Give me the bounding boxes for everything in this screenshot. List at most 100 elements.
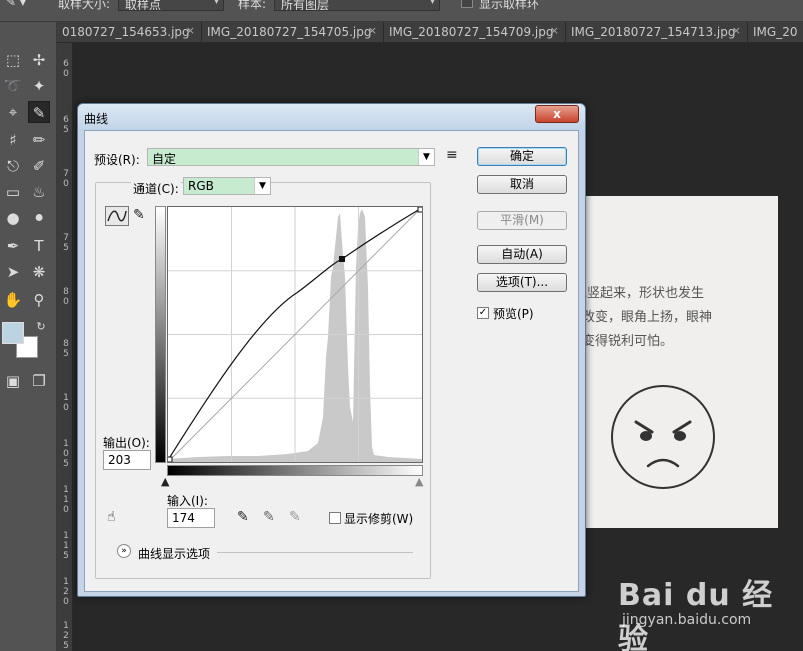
custom-shape-tool-icon[interactable]: ❋ — [28, 261, 50, 283]
document-tab[interactable]: IMG_20180727_154713.jpg × — [566, 22, 748, 42]
ruler-mark: 0 — [63, 403, 69, 413]
ruler-mark: 6 — [63, 115, 69, 125]
eyedropper-tool-icon[interactable]: ✎ — [28, 101, 50, 123]
ruler-mark: 1 — [63, 541, 69, 551]
eraser-tool-icon[interactable]: ▭ — [2, 181, 24, 203]
tab-close-icon[interactable]: × — [368, 24, 377, 37]
ruler-mark: 1 — [63, 393, 69, 403]
white-eyedropper-icon[interactable]: ✎ — [289, 509, 301, 525]
options-button[interactable]: 选项(T)... — [477, 273, 567, 292]
input-label: 输入(I): — [167, 494, 208, 508]
stamp-tool-icon[interactable]: ⎋ — [2, 155, 24, 177]
show-clipping-label: 显示修剪(W) — [344, 512, 414, 526]
foreground-color-swatch[interactable] — [2, 322, 24, 344]
chevron-down-icon: ▼ — [418, 149, 434, 165]
document-text-line: 变得锐利可怕。 — [584, 334, 674, 349]
chevron-down-icon: ▼ — [254, 178, 270, 194]
show-sampling-ring-label: 显示取样环 — [479, 0, 540, 11]
dodge-tool-icon[interactable]: ⚫ — [28, 207, 50, 229]
document-text-line: 毛竖起来，形状也发生 — [584, 286, 705, 301]
history-brush-tool-icon[interactable]: ✐ — [28, 155, 50, 177]
preset-select[interactable]: 自定 ▼ — [147, 148, 435, 166]
pen-tool-icon[interactable]: ✒ — [2, 235, 24, 257]
ok-button[interactable]: 确定 — [477, 147, 567, 166]
path-select-tool-icon[interactable]: ➤ — [2, 261, 24, 283]
sample-select[interactable]: 所有图层 — [274, 0, 440, 11]
ruler-mark: 0 — [63, 69, 69, 79]
preset-options-icon[interactable]: ≡ — [446, 147, 458, 163]
lasso-tool-icon[interactable]: ➰ — [2, 75, 24, 97]
ruler-mark: 1 — [63, 495, 69, 505]
quick-mask-icon[interactable]: ▣ — [2, 370, 24, 392]
show-clipping-checkbox[interactable] — [329, 512, 341, 524]
close-button[interactable]: x — [535, 105, 579, 123]
screen-mode-icon[interactable]: ❐ — [28, 370, 50, 392]
tab-label: 0180727_154653.jpg — [62, 25, 190, 39]
eyedropper-tool-icon[interactable]: ✎ ▾ — [6, 0, 32, 9]
tab-label: IMG_20180727_154713.jpg — [571, 25, 736, 39]
ruler-mark: 1 — [63, 485, 69, 495]
pencil-icon[interactable]: ✎ — [133, 207, 145, 223]
input-field[interactable]: 174 — [167, 508, 215, 528]
smooth-button[interactable]: 平滑(M) — [477, 211, 567, 230]
ruler-mark: 7 — [63, 169, 69, 179]
swap-colors-icon[interactable]: ↻ — [30, 316, 52, 338]
dialog-titlebar[interactable]: 曲线 x — [78, 104, 585, 130]
curve-point-tool[interactable] — [105, 206, 129, 226]
ruler-mark: 0 — [63, 179, 69, 189]
black-eyedropper-icon[interactable]: ✎ — [237, 509, 249, 525]
document-tab[interactable]: IMG_20 — [748, 22, 803, 42]
ruler-mark: 7 — [63, 233, 69, 243]
auto-button[interactable]: 自动(A) — [477, 245, 567, 264]
curves-plot — [166, 206, 424, 463]
preset-label: 预设(R): — [94, 153, 140, 167]
divider — [217, 552, 413, 553]
preview-checkbox[interactable]: ✓ — [477, 307, 489, 319]
marquee-tool-icon[interactable]: ⬚ — [2, 49, 24, 71]
brush-tool-icon[interactable]: ✏ — [28, 129, 50, 151]
healing-tool-icon[interactable]: ♯ — [2, 129, 24, 151]
tab-close-icon[interactable]: × — [732, 24, 741, 37]
channel-select[interactable]: RGB ▼ — [183, 177, 271, 195]
document-tab[interactable]: IMG_20180727_154709.jpg × — [384, 22, 566, 42]
curve-display-options-label[interactable]: 曲线显示选项 — [138, 545, 210, 562]
magic-wand-tool-icon[interactable]: ✦ — [28, 75, 50, 97]
blur-tool-icon[interactable]: ● — [2, 207, 24, 229]
black-point-slider[interactable]: ▲ — [161, 475, 169, 488]
ruler-mark: 1 — [63, 439, 69, 449]
ruler-mark: 5 — [63, 125, 69, 135]
output-field[interactable]: 203 — [103, 450, 151, 470]
sample-size-label: 取样大小: — [58, 0, 111, 11]
preview-label: 预览(P) — [493, 307, 534, 321]
crop-tool-icon[interactable]: ⌖ — [2, 101, 24, 123]
move-tool-icon[interactable]: ✢ — [28, 49, 50, 71]
sample-size-select[interactable]: 取样点 — [118, 0, 224, 11]
ruler-mark: 5 — [63, 641, 69, 651]
expand-options-icon[interactable]: » — [117, 544, 131, 558]
document-tab[interactable]: 0180727_154653.jpg × — [57, 22, 202, 42]
type-tool-icon[interactable]: T — [28, 235, 50, 257]
show-sampling-ring-checkbox[interactable] — [461, 0, 473, 8]
gray-eyedropper-icon[interactable]: ✎ — [263, 509, 275, 525]
ruler-mark: 8 — [63, 339, 69, 349]
curves-graph[interactable] — [166, 206, 424, 463]
paint-bucket-tool-icon[interactable]: ♨ — [28, 181, 50, 203]
cancel-button[interactable]: 取消 — [477, 175, 567, 194]
ruler-mark: 0 — [63, 505, 69, 515]
tab-close-icon[interactable]: × — [186, 24, 195, 37]
tab-close-icon[interactable]: × — [550, 24, 559, 37]
ruler-mark: 1 — [63, 577, 69, 587]
ruler-mark: 5 — [63, 551, 69, 561]
hand-tool-icon[interactable]: ✋ — [2, 289, 24, 311]
zoom-tool-icon[interactable]: ⚲ — [28, 289, 50, 311]
options-bar: ✎ ▾ 取样大小: 取样点 样本: 所有图层 显示取样环 — [0, 0, 803, 22]
ruler-mark: 6 — [63, 59, 69, 69]
white-point-slider[interactable]: ▲ — [415, 475, 423, 488]
tab-label: IMG_20 — [753, 25, 798, 39]
hand-adjust-icon[interactable]: ☝ — [107, 509, 116, 525]
document-tab[interactable]: IMG_20180727_154705.jpg × — [202, 22, 384, 42]
ruler-mark: 2 — [63, 587, 69, 597]
document-canvas[interactable]: 毛竖起来，形状也发生 改变，眼角上扬，眼神 变得锐利可怕。 — [584, 196, 778, 528]
angry-face-drawing — [611, 385, 715, 489]
ruler-mark: 0 — [63, 297, 69, 307]
